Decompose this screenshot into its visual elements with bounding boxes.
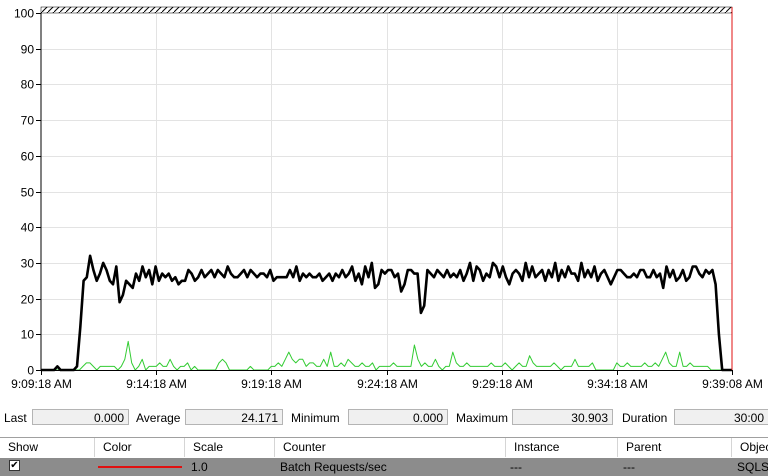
column-show[interactable]: Show bbox=[0, 438, 95, 457]
color-swatch bbox=[98, 466, 182, 468]
y-tick-label: 0 bbox=[27, 364, 34, 378]
performance-graph: 0 10 20 30 40 50 60 70 80 90 100 9:09:18 AM 9:14:18… bbox=[11, 6, 763, 392]
x-tick-label: 9:29:18 AM bbox=[472, 377, 533, 391]
y-tick-label: 10 bbox=[21, 328, 35, 342]
y-tick-label: 70 bbox=[21, 114, 35, 128]
x-axis-ticks: 9:09:18 AM 9:14:18 AM 9:19:18 AM 9:24:18 AM… bbox=[11, 370, 763, 391]
minimum-value: 0.000 bbox=[348, 409, 448, 425]
column-parent[interactable]: Parent bbox=[618, 438, 732, 457]
y-axis-ticks: 0 10 20 30 40 50 60 70 80 90 100 bbox=[14, 7, 41, 378]
minimum-label: Minimum bbox=[291, 411, 340, 425]
x-tick-label: 9:19:18 AM bbox=[241, 377, 302, 391]
overflow-hatch-band bbox=[40, 6, 733, 14]
column-counter[interactable]: Counter bbox=[275, 438, 506, 457]
column-color[interactable]: Color bbox=[95, 438, 185, 457]
x-tick-label: 9:24:18 AM bbox=[357, 377, 418, 391]
scale-value: 1.0 bbox=[191, 460, 208, 474]
duration-label: Duration bbox=[622, 411, 668, 425]
column-instance[interactable]: Instance bbox=[506, 438, 618, 457]
y-tick-label: 30 bbox=[21, 257, 35, 271]
duration-value: 30:00 bbox=[674, 409, 768, 425]
last-value: 0.000 bbox=[32, 409, 129, 425]
show-checkbox[interactable]: ✔ bbox=[9, 460, 20, 471]
instance-value: --- bbox=[510, 460, 522, 474]
maximum-value: 30.903 bbox=[512, 409, 613, 425]
plot-background bbox=[41, 13, 732, 370]
average-label: Average bbox=[136, 411, 181, 425]
column-scale[interactable]: Scale bbox=[185, 438, 275, 457]
y-tick-label: 60 bbox=[21, 150, 35, 164]
y-tick-label: 20 bbox=[21, 293, 35, 307]
x-tick-label: 9:14:18 AM bbox=[126, 377, 187, 391]
statistics-bar: Last 0.000 Average 24.171 Minimum 0.000 … bbox=[0, 407, 768, 429]
x-tick-label: 9:39:08 AM bbox=[702, 377, 763, 391]
y-tick-label: 100 bbox=[14, 7, 34, 21]
object-value: SQLServer:SQL Statistics bbox=[737, 460, 768, 474]
last-label: Last bbox=[4, 411, 27, 425]
y-tick-label: 40 bbox=[21, 221, 35, 235]
y-tick-label: 90 bbox=[21, 43, 35, 57]
counter-list: Show Color Scale Counter Instance Parent… bbox=[0, 437, 768, 476]
column-object[interactable]: Object bbox=[732, 438, 768, 457]
counter-list-header: Show Color Scale Counter Instance Parent… bbox=[0, 438, 768, 457]
y-tick-label: 50 bbox=[21, 186, 35, 200]
table-row[interactable]: ✔ 1.0 Batch Requests/sec --- --- SQLServ… bbox=[0, 458, 768, 476]
x-tick-label: 9:09:18 AM bbox=[11, 377, 72, 391]
parent-value: --- bbox=[623, 460, 635, 474]
counter-name: Batch Requests/sec bbox=[280, 460, 387, 474]
y-tick-label: 80 bbox=[21, 78, 35, 92]
average-value: 24.171 bbox=[185, 409, 283, 425]
maximum-label: Maximum bbox=[456, 411, 509, 425]
x-tick-label: 9:34:18 AM bbox=[587, 377, 648, 391]
